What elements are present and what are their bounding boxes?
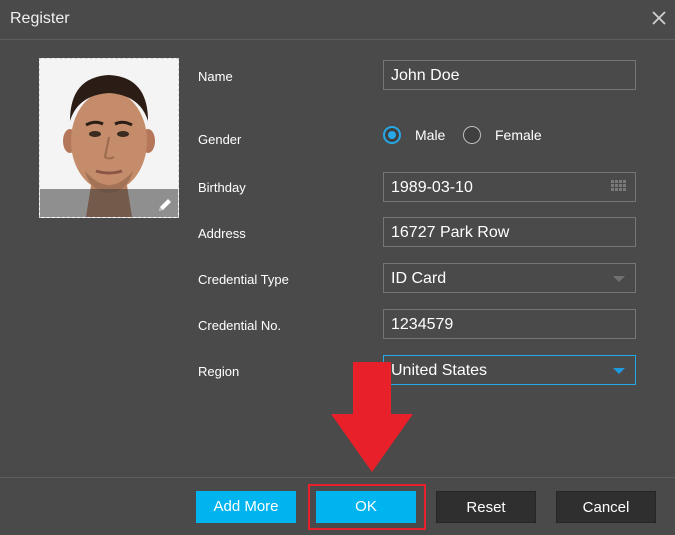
credential-no-field[interactable]: 1234579: [383, 309, 636, 339]
credential-no-label: Credential No.: [198, 318, 282, 333]
address-field[interactable]: 16727 Park Row: [383, 217, 636, 247]
credential-type-value: ID Card: [391, 270, 447, 287]
dialog-title: Register: [10, 10, 70, 27]
name-label: Name: [198, 69, 233, 84]
calendar-icon[interactable]: [611, 180, 627, 194]
address-value: 16727 Park Row: [391, 224, 510, 241]
pencil-icon[interactable]: [156, 196, 174, 214]
birthday-value: 1989-03-10: [391, 179, 473, 196]
profile-photo[interactable]: [39, 58, 179, 218]
credential-type-select[interactable]: ID Card: [383, 263, 636, 293]
arrow-down-icon: [331, 362, 413, 472]
dialog-titlebar: Register: [0, 0, 675, 40]
add-more-button[interactable]: Add More: [196, 491, 296, 523]
gender-female-label[interactable]: Female: [495, 127, 542, 143]
birthday-field[interactable]: 1989-03-10: [383, 172, 636, 202]
chevron-down-icon: [613, 276, 625, 282]
name-value: John Doe: [391, 67, 460, 84]
region-select[interactable]: United States: [383, 355, 636, 385]
ok-button[interactable]: OK: [316, 491, 416, 523]
gender-male-label[interactable]: Male: [415, 127, 445, 143]
reset-button[interactable]: Reset: [436, 491, 536, 523]
close-icon[interactable]: [651, 10, 667, 26]
chevron-down-icon: [613, 368, 625, 374]
address-label: Address: [198, 226, 246, 241]
credential-type-label: Credential Type: [198, 272, 289, 287]
gender-male-radio[interactable]: [383, 126, 401, 144]
credential-no-value: 1234579: [391, 316, 454, 333]
region-label: Region: [198, 364, 240, 379]
name-field[interactable]: John Doe: [383, 60, 636, 90]
gender-female-radio[interactable]: [463, 126, 481, 144]
birthday-label: Birthday: [198, 180, 246, 195]
cancel-button[interactable]: Cancel: [556, 491, 656, 523]
gender-label: Gender: [198, 132, 242, 147]
